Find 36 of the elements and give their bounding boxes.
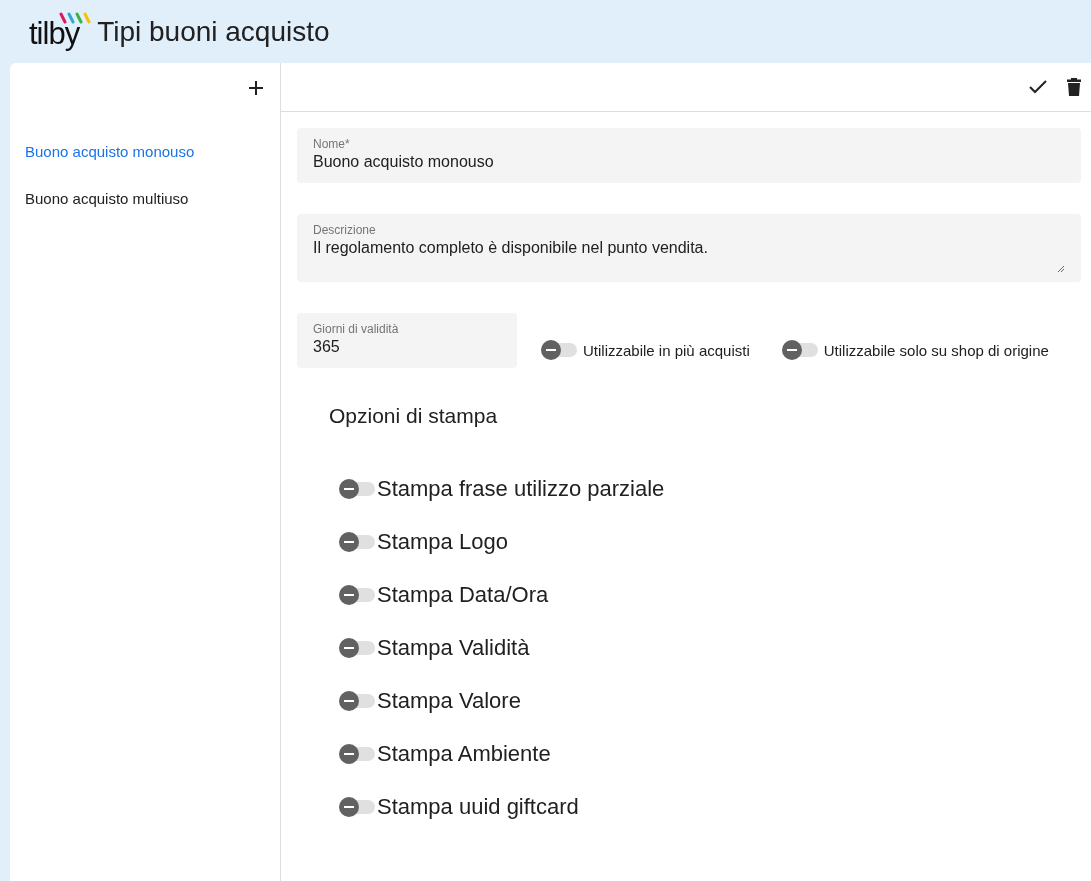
description-field[interactable]: Descrizione Il regolamento completo è disponibile nel punto vendita.	[297, 214, 1081, 282]
sidebar-item[interactable]: Buono acquisto multiuso	[10, 175, 280, 222]
toggle-label: Utilizzabile in più acquisti	[583, 341, 750, 359]
toggle-label: Utilizzabile solo su shop di origine	[823, 341, 1049, 359]
add-icon[interactable]	[248, 79, 264, 96]
toggle-switch[interactable]	[339, 797, 375, 817]
toggle-label: Stampa Valore	[377, 688, 521, 714]
page-title: Tipi buoni acquisto	[97, 15, 330, 48]
check-icon[interactable]	[1029, 80, 1047, 94]
section-title: Opzioni di stampa	[329, 404, 498, 428]
toggle-switch[interactable]	[339, 479, 375, 499]
field-value: 365	[313, 337, 341, 356]
field-value: Buono acquisto monouso	[313, 152, 495, 171]
field-label: Nome*	[313, 137, 351, 151]
field-value: Il regolamento completo è disponibile nel punto vendita.	[313, 238, 709, 257]
trash-icon[interactable]	[1067, 78, 1081, 96]
toggle-switch[interactable]	[339, 691, 375, 711]
toggle-switch[interactable]	[541, 340, 577, 360]
resize-grip-icon[interactable]	[1057, 265, 1065, 273]
validity-days-field[interactable]: Giorni di validità 365	[297, 313, 517, 368]
name-field[interactable]: Nome* Buono acquisto monouso	[297, 128, 1081, 183]
toggle-switch[interactable]	[339, 744, 375, 764]
toggle-switch[interactable]	[339, 532, 375, 552]
sidebar-item[interactable]: Buono acquisto monouso	[10, 128, 280, 175]
toggle-label: Stampa Logo	[377, 529, 508, 555]
toggle-switch[interactable]	[339, 585, 375, 605]
toggle-label: Stampa uuid giftcard	[377, 794, 579, 820]
toggle-label: Stampa Validità	[377, 635, 530, 661]
toggle-switch[interactable]	[781, 340, 818, 360]
toggle-label: Stampa Ambiente	[377, 741, 551, 767]
logo-text: tilby	[29, 16, 80, 51]
toggle-label: Stampa frase utilizzo parziale	[377, 476, 665, 502]
toggle-switch[interactable]	[339, 638, 375, 658]
toggle-label: Stampa Data/Ora	[377, 582, 549, 608]
field-label: Giorni di validità	[313, 322, 400, 336]
field-label: Descrizione	[313, 223, 377, 237]
